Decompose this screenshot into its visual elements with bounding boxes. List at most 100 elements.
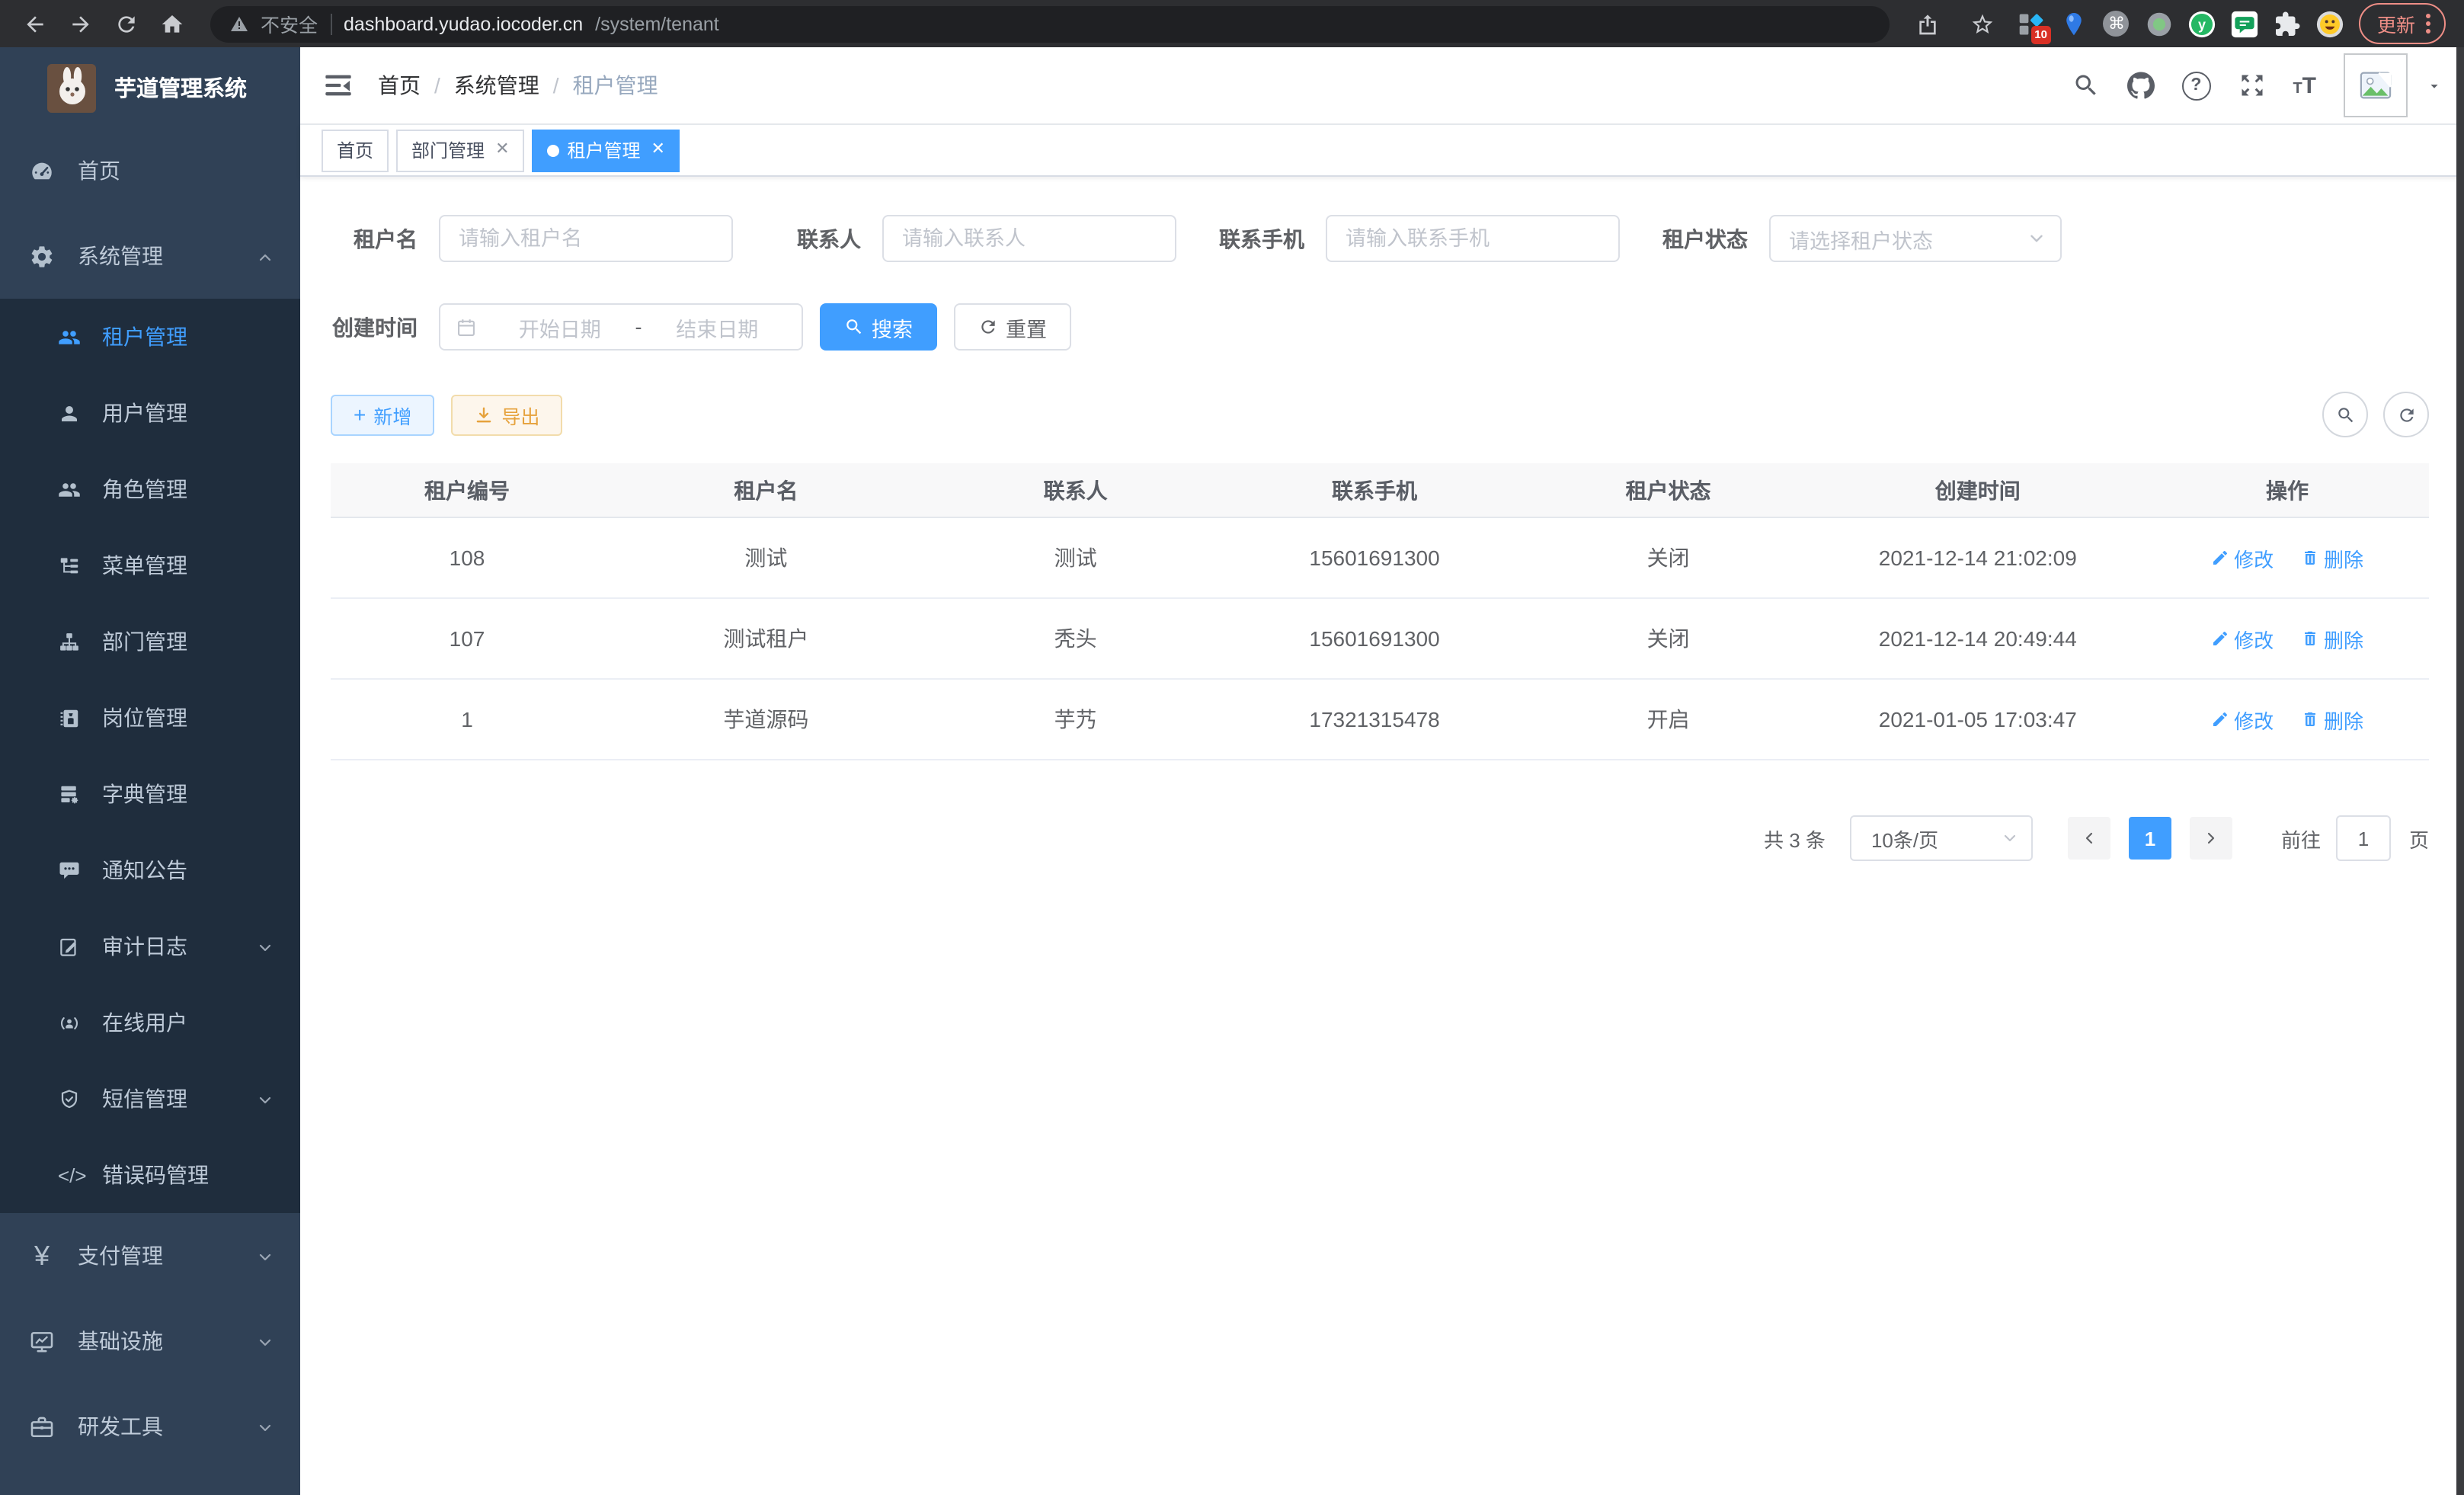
sidebar-item-notice[interactable]: 通知公告 [0,832,300,908]
prev-page-button[interactable] [2068,817,2110,860]
sidebar-item-post[interactable]: 岗位管理 [0,680,300,756]
sidebar-toggle-icon[interactable] [323,70,354,101]
app-logo[interactable]: 芋道管理系统 [0,47,300,128]
user-menu-caret-icon[interactable] [2426,77,2443,94]
chevron-down-icon [256,1247,274,1265]
help-icon[interactable]: ? [2181,71,2210,100]
address-bar[interactable]: 不安全 dashboard.yudao.iocoder.cn/system/te… [210,5,1890,42]
system-submenu: 租户管理 用户管理 角色管理 菜单管理 部门管理 [0,299,300,1213]
dashboard-icon [29,158,55,184]
col-created: 创建时间 [1810,463,2146,517]
chevron-down-icon [256,1332,274,1350]
phone-input[interactable] [1326,215,1620,262]
reset-button[interactable]: 重置 [954,303,1071,351]
filter-phone: 联系手机 [1218,215,1620,262]
pencil-icon [2211,549,2229,567]
fullscreen-icon[interactable] [2238,72,2265,99]
sidebar-item-audit-log[interactable]: 审计日志 [0,908,300,984]
share-icon[interactable] [1908,4,1947,43]
active-dot [548,144,560,156]
sidebar-item-tenant[interactable]: 租户管理 [0,299,300,375]
next-page-button[interactable] [2190,817,2232,860]
browser-back-button[interactable] [15,4,55,43]
edit-link[interactable]: 修改 [2211,705,2274,734]
cell-status: 关闭 [1527,517,1810,598]
sidebar-item-label: 短信管理 [102,1084,187,1114]
search-button[interactable]: 搜索 [820,303,937,351]
sidebar-item-role[interactable]: 角色管理 [0,451,300,527]
sidebar-item-dev-tools[interactable]: 研发工具 [0,1384,300,1469]
tab-home[interactable]: 首页 [322,129,389,171]
edit-link[interactable]: 修改 [2211,624,2274,653]
bookmark-star-icon[interactable] [1963,4,2002,43]
goto-page-input[interactable] [2336,815,2391,861]
svg-text:y: y [2198,16,2206,31]
delete-link[interactable]: 删除 [2301,705,2363,734]
refresh-button[interactable] [2383,392,2429,437]
current-page-button[interactable]: 1 [2129,817,2171,860]
trash-icon [2301,549,2319,567]
extension-puzzle-icon[interactable] [2274,10,2301,37]
sidebar-item-sms[interactable]: 短信管理 [0,1061,300,1137]
breadcrumb-home[interactable]: 首页 [378,70,421,101]
sidebar-item-user[interactable]: 用户管理 [0,375,300,451]
extension-emoji-icon[interactable] [2316,10,2344,37]
delete-link[interactable]: 删除 [2301,624,2363,653]
sidebar-item-dept[interactable]: 部门管理 [0,603,300,680]
sidebar-item-menu[interactable]: 菜单管理 [0,527,300,603]
export-button[interactable]: 导出 [451,394,562,435]
date-range-picker[interactable]: 开始日期 - 结束日期 [439,303,803,351]
address-divider [330,13,331,34]
trash-icon [2301,710,2319,728]
sidebar-item-infrastructure[interactable]: 基础设施 [0,1298,300,1384]
extension-chat-icon[interactable] [2231,10,2258,37]
extension-command-icon[interactable]: ⌘ [2103,10,2130,37]
sidebar-item-label: 字典管理 [102,779,187,809]
extension-grid-icon[interactable]: 10 [2018,10,2045,37]
close-icon[interactable]: ✕ [495,142,509,158]
breadcrumb-system[interactable]: 系统管理 [454,70,539,101]
font-size-icon[interactable]: TT [2293,74,2316,97]
contact-input[interactable] [882,215,1176,262]
sidebar-item-online-users[interactable]: 在线用户 [0,984,300,1061]
close-icon[interactable]: ✕ [651,142,665,158]
extension-yuque-icon[interactable]: y [2188,10,2216,37]
status-select[interactable]: 请选择租户状态 [1769,215,2062,262]
show-search-button[interactable] [2322,392,2368,437]
sidebar-item-label: 首页 [78,155,120,186]
page-size-value: 10条/页 [1871,824,1938,853]
filter-row-2: 创建时间 开始日期 - 结束日期 搜索 重置 [331,303,2429,351]
browser-forward-button[interactable] [61,4,101,43]
refresh-icon [978,317,998,337]
cell-tenant-name: 测试租户 [603,598,929,679]
search-icon[interactable] [2072,72,2099,99]
logo-image [47,63,96,112]
app-title: 芋道管理系统 [114,72,247,104]
cell-tenant-id: 107 [331,598,603,679]
tab-tenant[interactable]: 租户管理 ✕ [533,129,680,171]
delete-link[interactable]: 删除 [2301,543,2363,572]
browser-menu-icon[interactable] [2426,14,2430,34]
url-path: /system/tenant [595,13,719,34]
start-date-placeholder: 开始日期 [491,312,629,342]
avatar[interactable] [2344,53,2408,117]
extension-record-icon[interactable] [2146,10,2173,37]
sidebar-item-home[interactable]: 首页 [0,128,300,213]
github-icon[interactable] [2126,72,2154,99]
add-button[interactable]: + 新增 [331,394,434,435]
browser-reload-button[interactable] [107,4,146,43]
sidebar-item-error-code[interactable]: </> 错误码管理 [0,1137,300,1213]
page-size-select[interactable]: 10条/页 [1850,815,2033,861]
sidebar-item-system[interactable]: 系统管理 [0,213,300,299]
sidebar-item-payment[interactable]: ¥ 支付管理 [0,1213,300,1298]
tenant-name-input[interactable] [439,215,733,262]
sidebar-item-label: 错误码管理 [102,1160,209,1190]
browser-home-button[interactable] [152,4,192,43]
browser-actions: 10 ⌘ y 更新 [1908,3,2449,44]
edit-link[interactable]: 修改 [2211,543,2274,572]
tab-dept[interactable]: 部门管理 ✕ [396,129,524,171]
sidebar-item-dict[interactable]: 字典管理 [0,756,300,832]
browser-update-button[interactable]: 更新 [2359,3,2446,44]
extension-pin-icon[interactable] [2060,10,2088,37]
table-header-row: 租户编号 租户名 联系人 联系手机 租户状态 创建时间 操作 [331,463,2429,517]
